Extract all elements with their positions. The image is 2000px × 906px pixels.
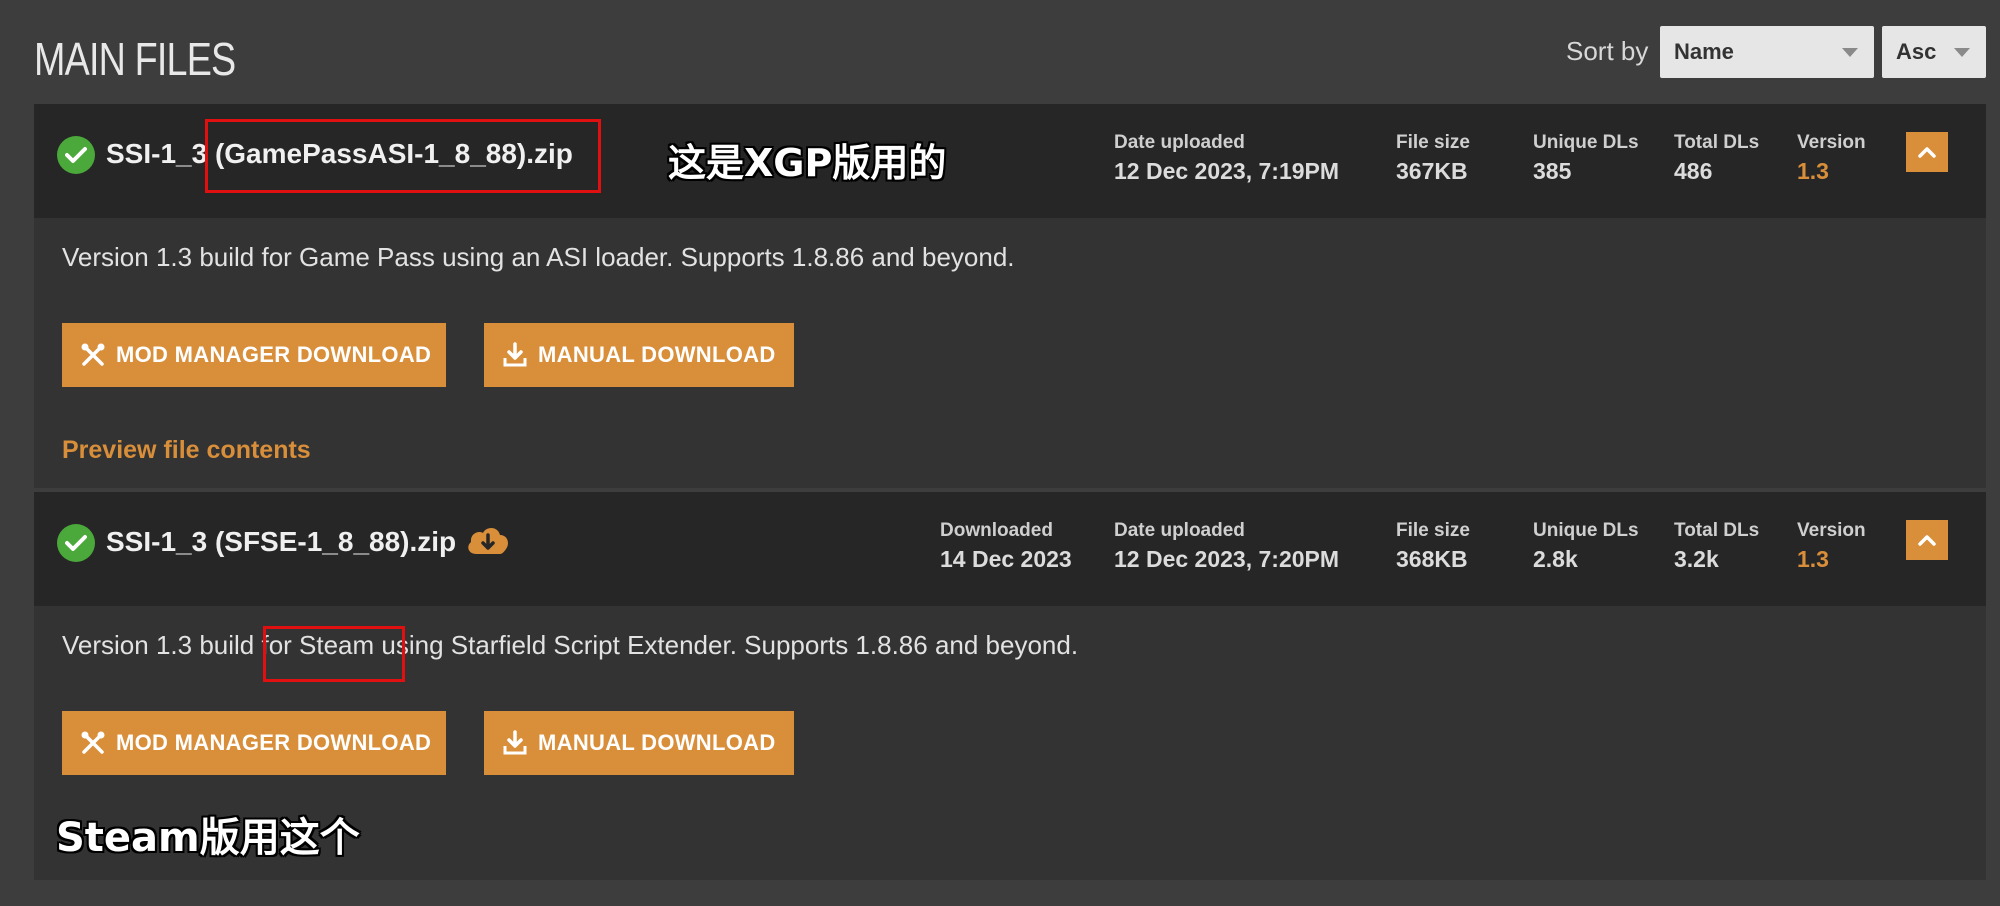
unique-dls-label: Unique DLs xyxy=(1533,520,1639,541)
date-uploaded-label: Date uploaded xyxy=(1114,132,1245,153)
manual-download-label: MANUAL DOWNLOAD xyxy=(538,730,776,755)
sort-order-value: Asc xyxy=(1896,39,1937,64)
total-dls-label: Total DLs xyxy=(1674,132,1760,153)
collapse-button[interactable] xyxy=(1906,520,1948,560)
total-dls: Total DLs 3.2k xyxy=(1674,520,1759,573)
download-icon xyxy=(503,342,527,367)
version: Version 1.3 xyxy=(1797,520,1866,573)
unique-dls-label: Unique DLs xyxy=(1533,132,1639,153)
file-size: File size 367KB xyxy=(1396,132,1470,185)
sort-order-select[interactable]: Asc xyxy=(1882,26,1986,78)
downloaded-date: Downloaded 14 Dec 2023 xyxy=(940,520,1072,573)
collapse-button[interactable] xyxy=(1906,132,1948,172)
total-dls-label: Total DLs xyxy=(1674,520,1760,541)
file-size-value: 367KB xyxy=(1396,158,1468,184)
chevron-up-icon xyxy=(1918,147,1936,158)
tools-icon xyxy=(81,343,105,366)
manual-download-button[interactable]: MANUAL DOWNLOAD xyxy=(484,323,794,387)
version-value: 1.3 xyxy=(1797,546,1829,572)
date-uploaded-label: Date uploaded xyxy=(1114,520,1245,541)
version: Version 1.3 xyxy=(1797,132,1866,185)
unique-dls: Unique DLs 385 xyxy=(1533,132,1639,185)
total-dls-value: 486 xyxy=(1674,158,1713,184)
mod-manager-download-button[interactable]: MOD MANAGER DOWNLOAD xyxy=(62,711,446,775)
unique-dls: Unique DLs 2.8k xyxy=(1533,520,1639,573)
sort-by-label: Sort by xyxy=(1566,36,1649,66)
mod-manager-download-button[interactable]: MOD MANAGER DOWNLOAD xyxy=(62,323,446,387)
file-name: SSI-1_3 (SFSE-1_8_88).zip xyxy=(106,526,457,557)
steam-annotation: Steam版用这个 xyxy=(56,815,360,861)
cloud-download-icon xyxy=(468,527,508,554)
highlight-box-steam xyxy=(263,626,405,682)
total-dls: Total DLs 486 xyxy=(1674,132,1759,185)
downloaded-value: 14 Dec 2023 xyxy=(940,546,1072,572)
tools-icon xyxy=(81,731,105,754)
preview-file-contents-link[interactable]: Preview file contents xyxy=(62,436,311,465)
version-label: Version xyxy=(1797,132,1866,153)
downloaded-label: Downloaded xyxy=(940,520,1053,541)
file-size: File size 368KB xyxy=(1396,520,1470,573)
manual-download-button[interactable]: MANUAL DOWNLOAD xyxy=(484,711,794,775)
sort-field-value: Name xyxy=(1674,39,1734,64)
download-icon xyxy=(503,730,527,755)
highlight-box-filename xyxy=(205,119,601,193)
xgp-annotation: 这是XGP版用的 xyxy=(668,141,947,185)
chevron-down-icon xyxy=(1842,48,1858,57)
unique-dls-value: 2.8k xyxy=(1533,546,1578,572)
version-value: 1.3 xyxy=(1797,158,1829,184)
manual-download-label: MANUAL DOWNLOAD xyxy=(538,342,776,367)
mod-manager-download-label: MOD MANAGER DOWNLOAD xyxy=(116,342,432,367)
check-icon xyxy=(57,524,95,562)
section-title: MAIN FILES xyxy=(34,33,236,85)
version-label: Version xyxy=(1797,520,1866,541)
date-uploaded-value: 12 Dec 2023, 7:19PM xyxy=(1114,158,1340,184)
unique-dls-value: 385 xyxy=(1533,158,1572,184)
chevron-down-icon xyxy=(1954,48,1970,57)
file-details: Version 1.3 build for Game Pass using an… xyxy=(34,218,1986,488)
file-size-value: 368KB xyxy=(1396,546,1468,572)
mod-manager-download-label: MOD MANAGER DOWNLOAD xyxy=(116,730,432,755)
chevron-up-icon xyxy=(1918,535,1936,546)
file-size-label: File size xyxy=(1396,132,1470,153)
file-header[interactable]: SSI-1_3 (SFSE-1_8_88).zip Downloaded 14 … xyxy=(34,492,1986,606)
file-description: Version 1.3 build for Steam using Starfi… xyxy=(62,630,1079,660)
check-icon xyxy=(57,136,95,174)
file-size-label: File size xyxy=(1396,520,1470,541)
date-uploaded: Date uploaded 12 Dec 2023, 7:19PM xyxy=(1114,132,1339,185)
sort-field-select[interactable]: Name xyxy=(1660,26,1874,78)
file-description: Version 1.3 build for Game Pass using an… xyxy=(62,242,1015,272)
date-uploaded-value: 12 Dec 2023, 7:20PM xyxy=(1114,546,1340,572)
total-dls-value: 3.2k xyxy=(1674,546,1719,572)
date-uploaded: Date uploaded 12 Dec 2023, 7:20PM xyxy=(1114,520,1339,573)
